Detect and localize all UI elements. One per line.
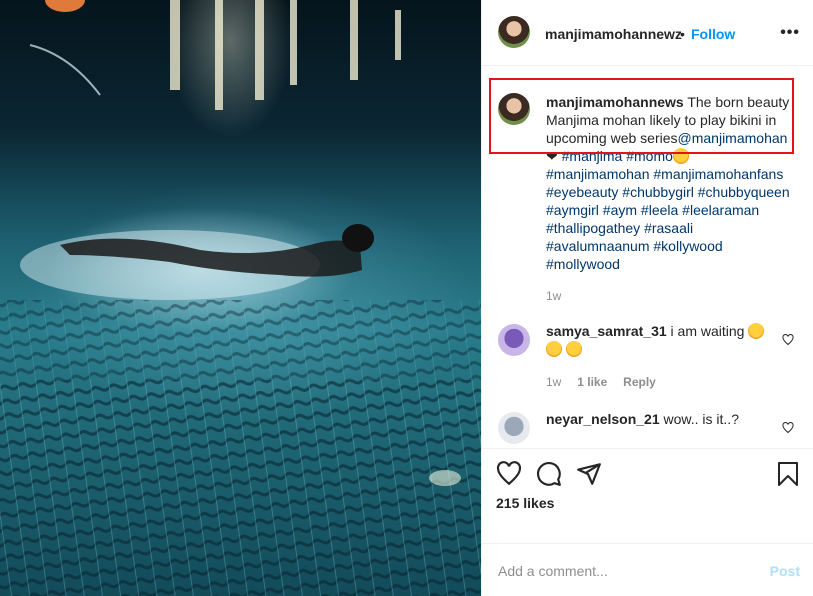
header-username[interactable]: manjimamohannewz [545, 26, 682, 42]
like-heart-icon[interactable] [496, 461, 522, 487]
comment-body: samya_samrat_31 i am waiting 1w 1 like R… [546, 322, 776, 391]
comment-item: neyar_nelson_21 wow.. is it..? [496, 410, 800, 446]
caption: manjimamohannews The born beauty Manjima… [546, 93, 796, 305]
like-comment-heart-icon[interactable] [782, 334, 794, 346]
emoji-icon [672, 148, 689, 164]
bookmark-icon[interactable] [776, 461, 800, 487]
comment-icon[interactable] [536, 461, 562, 487]
comment-username[interactable]: samya_samrat_31 [546, 323, 667, 339]
like-comment-heart-icon[interactable] [782, 422, 794, 434]
post-comment-button[interactable]: Post [770, 563, 800, 579]
comment-body: neyar_nelson_21 wow.. is it..? [546, 410, 776, 428]
kiss-emoji-icon [565, 341, 582, 357]
post-header: manjimamohannewz • Follow ••• [482, 0, 813, 66]
comment-likes[interactable]: 1 like [577, 375, 607, 389]
post-sidebar: manjimamohannewz • Follow ••• manjimamoh… [481, 0, 813, 596]
add-comment-input[interactable] [496, 560, 760, 582]
caption-avatar[interactable] [498, 93, 530, 125]
caption-username[interactable]: manjimamohannews [546, 94, 684, 110]
add-comment-bar: Post [482, 543, 813, 596]
follow-button[interactable]: Follow [691, 26, 735, 42]
kiss-emoji-icon [546, 341, 562, 357]
likes-count[interactable]: 215 likes [496, 495, 554, 511]
caption-time[interactable]: 1w [546, 287, 796, 305]
hashtags-line1[interactable]: #manjima #momo [562, 148, 673, 164]
comment-item: samya_samrat_31 i am waiting 1w 1 like R… [496, 322, 800, 392]
comments-section[interactable]: manjimamohannews The born beauty Manjima… [482, 66, 813, 448]
caption-mention[interactable]: @manjimamohan [678, 130, 788, 146]
post-actions: 215 likes [482, 448, 813, 543]
comment-text: i am waiting [670, 323, 745, 339]
comment-avatar[interactable] [498, 324, 530, 356]
more-options-icon[interactable]: ••• [780, 24, 800, 42]
avatar[interactable] [498, 16, 530, 48]
comment-avatar[interactable] [498, 412, 530, 444]
comment-username[interactable]: neyar_nelson_21 [546, 411, 660, 427]
separator-dot: • [680, 26, 685, 42]
heart-emoji-icon: ❤ [546, 148, 558, 164]
comment-time[interactable]: 1w [546, 375, 561, 389]
post-photo[interactable] [0, 0, 481, 596]
hashtags[interactable]: #manjimamohan #manjimamohanfans #eyebeau… [546, 166, 790, 272]
heart-eyes-emoji-icon [748, 323, 765, 339]
pool-scene [0, 0, 481, 596]
share-icon[interactable] [576, 461, 602, 487]
comment-text: wow.. is it..? [663, 411, 739, 427]
reply-button[interactable]: Reply [623, 375, 656, 389]
